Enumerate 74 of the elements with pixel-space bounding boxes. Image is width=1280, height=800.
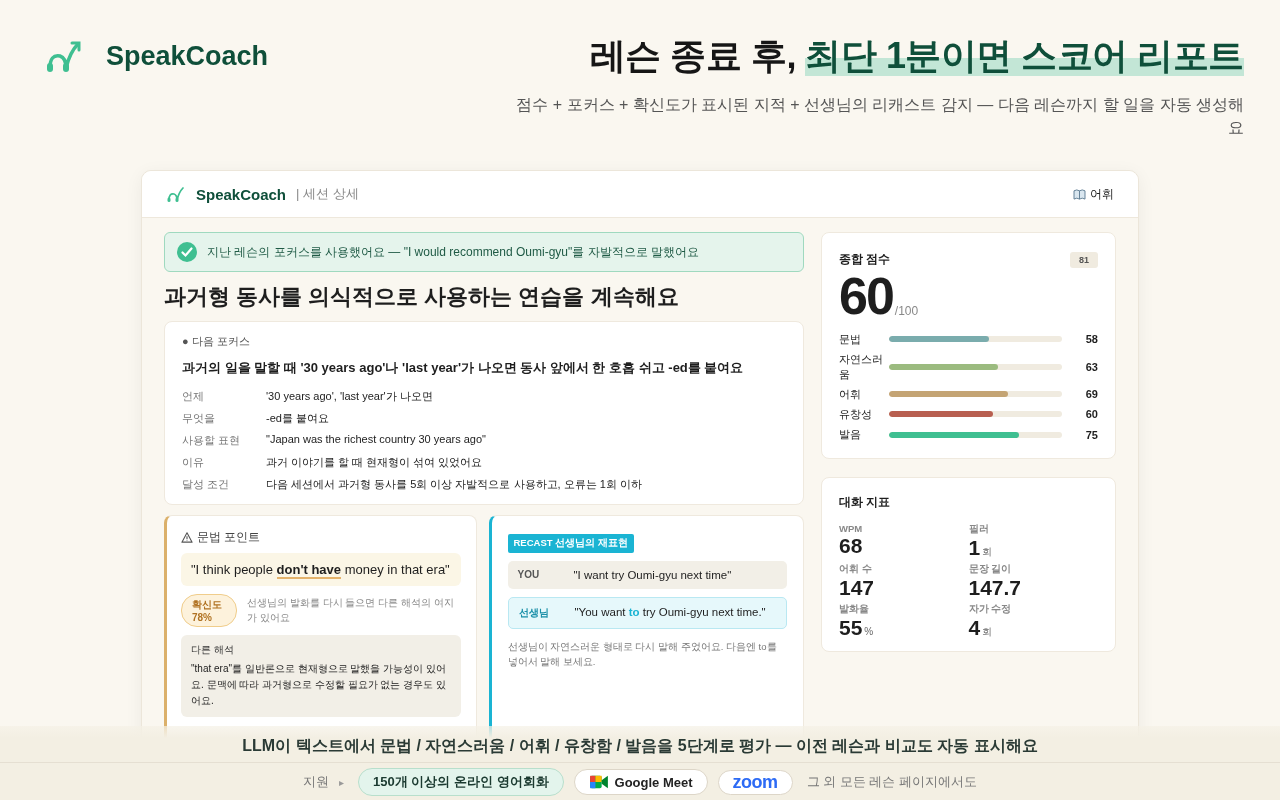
focus-label: ● 다음 포커스 [182, 334, 251, 349]
confidence-label: 확신도 [192, 598, 222, 612]
focus-term: 언제 [182, 389, 205, 404]
metric-value: 147.7 [968, 575, 1022, 599]
total-score: 60 [839, 270, 893, 322]
metric-label: 어휘 수 [839, 562, 873, 576]
warning-icon [181, 532, 193, 543]
focus-value: -ed를 붙여요 [266, 411, 330, 426]
banner-text: 지난 레슨의 포커스를 사용했어요 — "I would recommend Oumi-gyu"를 자발적으로 말했어요 [207, 243, 699, 261]
confidence-note: 선생님의 발화를 다시 들으면 다른 해석의 여지가 있어요 [247, 596, 455, 625]
score-value: 63 [1084, 360, 1098, 373]
score-value: 75 [1084, 428, 1098, 441]
metric-value: 4 [968, 615, 981, 640]
grammar-title: 문법 포인트 [197, 529, 261, 546]
utterance: "I want try Oumi-gyu next time" [573, 569, 732, 581]
score-label: 유창성 [839, 407, 873, 422]
brand-name: SpeakCoach [106, 40, 269, 72]
focus-value: "Japan was the richest country 30 years ago" [266, 433, 487, 447]
book-icon [1073, 188, 1086, 200]
logo-icon [166, 185, 186, 203]
focus-term: 이유 [182, 455, 205, 470]
metric-value: 1 [968, 535, 981, 559]
utterance: "You want to try Oumi-gyu next time." [574, 606, 766, 620]
confidence-value: 78% [192, 612, 213, 623]
metric-label: 필러 [968, 522, 990, 536]
breadcrumb: | 세션 상세 [296, 185, 359, 203]
score-max: /100 [894, 304, 919, 320]
arrow-glyph: ▸ [339, 776, 344, 788]
alternative-title: 다른 해석 [191, 643, 235, 657]
app-brand: SpeakCoach [196, 185, 287, 203]
metric-label: 자가 수정 [968, 602, 1013, 616]
vocab-link[interactable]: 어휘 [1073, 185, 1114, 203]
check-icon [177, 242, 197, 262]
subtitle: 점수 + 포커스 + 확신도가 표시된 지적 + 선생님의 리캐스트 감지 — 다음 레슨까지 할 일을 자동 생성해요 [515, 95, 1244, 139]
score-badge: 81 [1070, 251, 1098, 268]
metric-label: 문장 길이 [968, 562, 1013, 576]
alternative-text: "that era"를 일반론으로 현재형으로 말했을 가능성이 있어요. 문맥에 따라 과거형으로 수정할 필요가 없는 경우도 있어요. [191, 662, 447, 708]
score-value: 60 [1084, 408, 1098, 421]
page-title: 과거형 동사를 의식적으로 사용하는 연습을 계속해요 [164, 283, 680, 311]
focus-value: 다음 세션에서 과거형 동사를 5회 이상 자발적으로 사용하고, 오류는 1회 이하 [266, 477, 643, 492]
focus-value: '30 years ago', 'last year'가 나오면 [266, 389, 434, 404]
metric-unit: 회 [982, 544, 993, 559]
focus-heading: 과거의 일을 말할 때 '30 years ago'나 'last year'가 나오면 동사 앞에서 한 호흡 쉬고 -ed를 붙여요 [182, 359, 745, 377]
metrics-title: 대화 지표 [839, 493, 892, 511]
focus-term: 사용할 표현 [182, 433, 242, 448]
platform-chip: zoom [717, 769, 793, 795]
platform-chip: Google Meet [573, 769, 708, 795]
recast-badge: RECAST 선생님의 재표현 [507, 534, 634, 553]
support-note: 그 외 모든 레슨 페이지에서도 [806, 773, 977, 791]
score-label: 자연스러움 [839, 352, 884, 381]
quote: "I think people don't have money in that era" [181, 553, 461, 586]
score-value: 58 [1084, 333, 1098, 346]
metric-unit: 회 [982, 624, 993, 639]
support-label: 지원 [303, 773, 329, 791]
score-label: 문법 [839, 332, 862, 347]
metric-label: WPM [839, 522, 864, 534]
recast-note: 선생님이 자연스러운 형태로 다시 말해 주었어요. 다음엔 to를 넣어서 말해 보세요. [507, 640, 778, 670]
metric-label: 발화율 [839, 602, 870, 616]
platform-chip: 150개 이상의 온라인 영어회화 [358, 768, 564, 796]
metric-value: 147 [839, 575, 875, 599]
score-label: 발음 [839, 427, 862, 442]
focus-term: 달성 조건 [182, 477, 231, 492]
metric-value: 68 [839, 533, 863, 557]
video-camera-icon [588, 774, 609, 790]
speaker-label: 선생님 [518, 606, 550, 620]
focus-term: 무엇을 [182, 411, 216, 426]
focus-value: 과거 이야기를 할 때 현재형이 섞여 있었어요 [266, 455, 484, 470]
score-value: 69 [1084, 388, 1098, 401]
caption: LLM이 텍스트에서 문법 / 자연스러움 / 어휘 / 유창함 / 발음을 5단계로 평가 — 이전 레슨과 비교도 자동 표시해요 [242, 735, 1038, 756]
score-label: 어휘 [839, 386, 862, 402]
metric-unit: % [864, 625, 874, 637]
score-title: 종합 점수 [839, 251, 891, 268]
metric-value: 55 [839, 615, 863, 640]
speaker-label: YOU [517, 569, 541, 581]
